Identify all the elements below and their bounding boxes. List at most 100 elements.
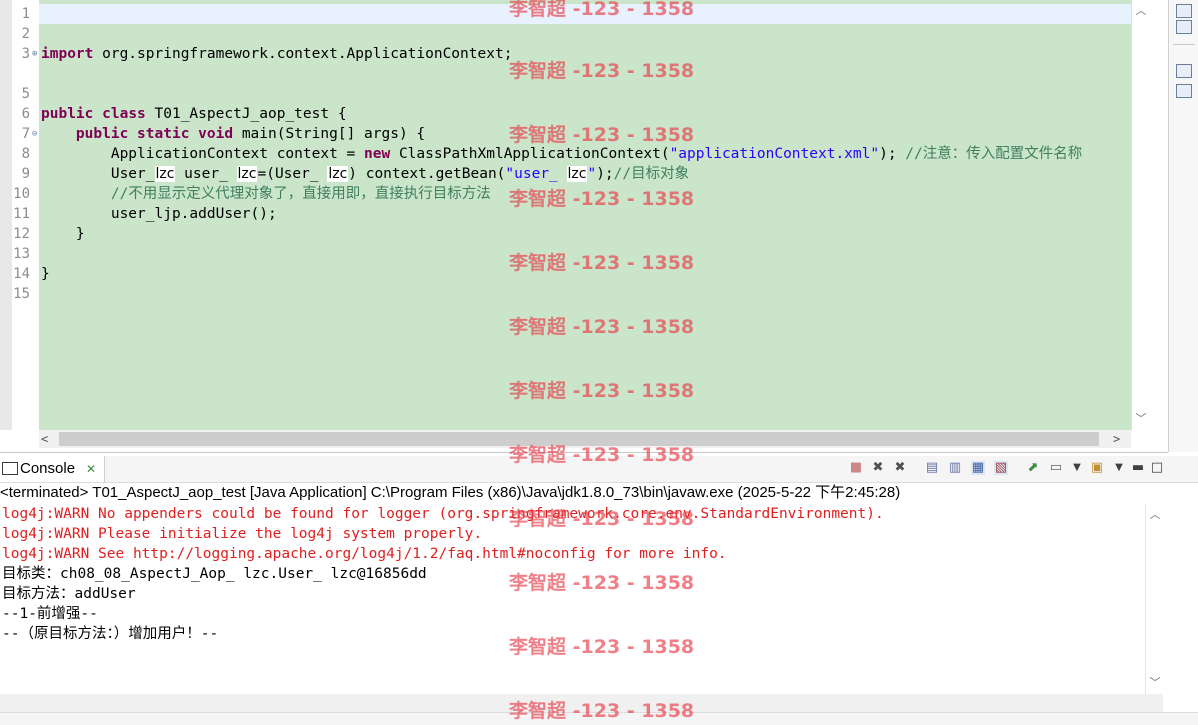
line-number: 13 <box>13 246 30 262</box>
code-line[interactable]: public static void main(String[] args) { <box>41 124 425 144</box>
line-number: 10 <box>13 186 30 202</box>
remove-launches-icon[interactable]: ✖ <box>871 461 885 475</box>
code-token: main(String[] args) { <box>233 126 426 142</box>
line-number-gutter: 1 2 3 ⊕ 5 6 7 ⊖ 8 9 10 11 12 13 14 15 <box>12 0 39 430</box>
terminate-icon[interactable]: ■ <box>849 461 863 475</box>
code-line[interactable]: User_lzc user_ lzc=(User_ lzc) context.g… <box>41 164 689 184</box>
code-token: =(User_ <box>257 166 328 182</box>
code-token: org.springframework.context.ApplicationC… <box>93 46 513 62</box>
right-trim-toolbar <box>1168 0 1198 452</box>
line-number: 15 <box>13 286 30 302</box>
watermark-text: 李智超 -123 - 1358 <box>509 0 695 20</box>
watermark-text: 李智超 -123 - 1358 <box>509 60 695 82</box>
code-token: T01_AspectJ_aop_test { <box>145 106 347 122</box>
code-token: "user_ <box>505 166 567 182</box>
code-line[interactable]: ApplicationContext context = new ClassPa… <box>41 144 1082 164</box>
line-number: 6 <box>21 106 30 122</box>
line-number: 1 <box>21 6 30 22</box>
maximize-icon[interactable]: □ <box>1150 461 1164 475</box>
minimize-icon[interactable]: ▬ <box>1131 461 1145 475</box>
code-line[interactable]: } <box>41 224 85 244</box>
console-output[interactable]: log4j:WARN No appenders could be found f… <box>0 504 1145 694</box>
code-token: user_ljp.addUser(); <box>41 206 277 222</box>
show-on-output-icon[interactable]: ▧ <box>994 461 1008 475</box>
redaction-mark: lzc <box>154 166 176 182</box>
console-output-line: log4j:WARN Please initialize the log4j s… <box>2 526 483 542</box>
console-process-label: <terminated> T01_AspectJ_aop_test [Java … <box>0 483 1198 503</box>
code-token: new <box>364 146 391 162</box>
console-output-line: 目标方法：addUser <box>2 586 136 602</box>
display-console-icon[interactable]: ▭ <box>1049 461 1063 475</box>
code-token: ClassPathXmlApplicationContext( <box>390 146 670 162</box>
task-list-icon[interactable] <box>1176 84 1192 98</box>
code-token: ApplicationContext context = <box>41 146 365 162</box>
editor-vertical-scrollbar[interactable]: ︿ ﹀ <box>1131 0 1150 430</box>
line-number: 3 <box>21 46 30 62</box>
line-number: 8 <box>21 146 30 162</box>
scroll-down-arrow-icon[interactable]: ﹀ <box>1146 674 1164 690</box>
restore-icon[interactable] <box>1176 4 1192 18</box>
scroll-lock-icon[interactable]: ▥ <box>948 461 962 475</box>
redaction-mark: lzc <box>566 166 588 182</box>
scroll-right-arrow-icon[interactable]: > <box>1113 430 1120 448</box>
code-token: ); <box>596 166 614 182</box>
clear-console-icon[interactable]: ▤ <box>925 461 939 475</box>
watermark-text: 李智超 -123 - 1358 <box>509 252 695 274</box>
console-icon <box>2 462 18 475</box>
restore-icon[interactable] <box>1176 64 1192 78</box>
watermark-text: 李智超 -123 - 1358 <box>509 700 695 722</box>
line-number: 11 <box>13 206 30 222</box>
close-icon[interactable]: ✕ <box>86 456 96 482</box>
watermark-text: 李智超 -123 - 1358 <box>509 316 695 338</box>
collapse-fold-icon[interactable]: ⊖ <box>32 124 37 144</box>
console-output-line: --（原目标方法：）增加用户！-- <box>2 626 219 642</box>
console-output-line: log4j:WARN See http://logging.apache.org… <box>2 546 727 562</box>
code-line[interactable]: //不用显示定义代理对象了，直接用即，直接执行目标方法 <box>41 184 491 204</box>
code-token: } <box>41 226 85 242</box>
code-token: public <box>75 126 129 142</box>
code-token: //不用显示定义代理对象了，直接用即，直接执行目标方法 <box>110 186 491 202</box>
line-number: 14 <box>13 266 30 282</box>
scroll-up-arrow-icon[interactable]: ︿ <box>1146 506 1164 522</box>
line-number: 2 <box>21 26 30 42</box>
code-token: ) context.getBean( <box>348 166 506 182</box>
outline-icon[interactable] <box>1176 20 1192 34</box>
chevron-down-icon[interactable]: ▼ <box>1112 461 1126 475</box>
watermark-text: 李智超 -123 - 1358 <box>509 188 695 210</box>
code-line[interactable]: public class T01_AspectJ_aop_test { <box>41 104 347 124</box>
code-line[interactable]: } <box>41 264 50 284</box>
open-console-icon[interactable]: ▣ <box>1090 461 1104 475</box>
watermark-text: 李智超 -123 - 1358 <box>509 636 695 658</box>
scroll-left-arrow-icon[interactable]: < <box>41 430 48 448</box>
watermark-text: 李智超 -123 - 1358 <box>509 572 695 594</box>
code-token: import <box>41 46 94 62</box>
redaction-mark: lzc <box>236 166 258 182</box>
remove-all-terminated-icon[interactable]: ✖ <box>893 461 907 475</box>
code-token: ); <box>879 146 906 162</box>
line-number: 7 <box>21 126 30 142</box>
chevron-down-icon[interactable]: ▼ <box>1070 461 1084 475</box>
redaction-mark: lzc <box>327 166 349 182</box>
code-line[interactable]: user_ljp.addUser(); <box>41 204 277 224</box>
pin-console-icon[interactable]: ⬈ <box>1026 461 1040 475</box>
console-vertical-scrollbar[interactable]: ︿ ﹀ <box>1145 504 1164 694</box>
word-wrap-icon[interactable]: ▦ <box>971 461 985 475</box>
code-token: user_ <box>175 166 237 182</box>
code-token: void <box>198 126 234 142</box>
tab-console[interactable]: Console ✕ <box>0 456 105 482</box>
scroll-down-arrow-icon[interactable]: ﹀ <box>1132 410 1150 426</box>
line-number: 12 <box>13 226 30 242</box>
watermark-text: 李智超 -123 - 1358 <box>509 124 695 146</box>
code-line[interactable]: import org.springframework.context.Appli… <box>41 44 512 64</box>
code-token: "applicationContext.xml" <box>669 146 880 162</box>
expand-fold-icon[interactable]: ⊕ <box>32 44 37 64</box>
code-token: static <box>137 126 190 142</box>
console-output-line: log4j:WARN No appenders could be found f… <box>2 506 884 522</box>
scroll-up-arrow-icon[interactable]: ︿ <box>1132 2 1150 18</box>
console-output-line: --1-前增强-- <box>2 606 98 622</box>
